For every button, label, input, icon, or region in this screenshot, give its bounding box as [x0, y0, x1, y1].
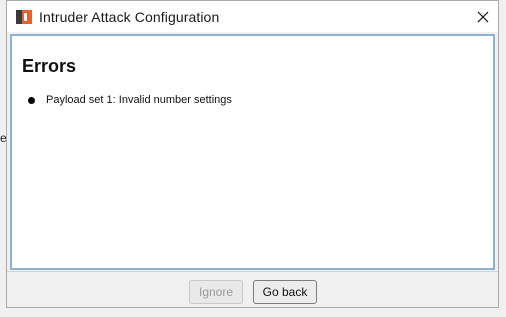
bullet-icon: [28, 96, 35, 104]
close-button[interactable]: [468, 1, 498, 32]
error-message: Payload set 1: Invalid number settings: [46, 94, 232, 106]
errors-heading: Errors: [22, 56, 77, 76]
error-item: Payload set 1: Invalid number settings: [28, 94, 232, 106]
go-back-button[interactable]: Go back: [253, 280, 317, 304]
ignore-button[interactable]: Ignore: [189, 280, 243, 304]
error-list: Payload set 1: Invalid number settings: [28, 94, 232, 106]
window-title: Intruder Attack Configuration: [39, 8, 220, 25]
burp-suite-icon: [16, 9, 32, 25]
dialog-footer: Ignore Go back: [7, 271, 498, 307]
title-bar[interactable]: Intruder Attack Configuration: [7, 1, 498, 32]
close-icon: [477, 11, 489, 22]
intruder-attack-configuration-dialog: Intruder Attack Configuration Errors Pay…: [6, 0, 499, 308]
errors-panel: Errors Payload set 1: Invalid number set…: [10, 34, 495, 270]
